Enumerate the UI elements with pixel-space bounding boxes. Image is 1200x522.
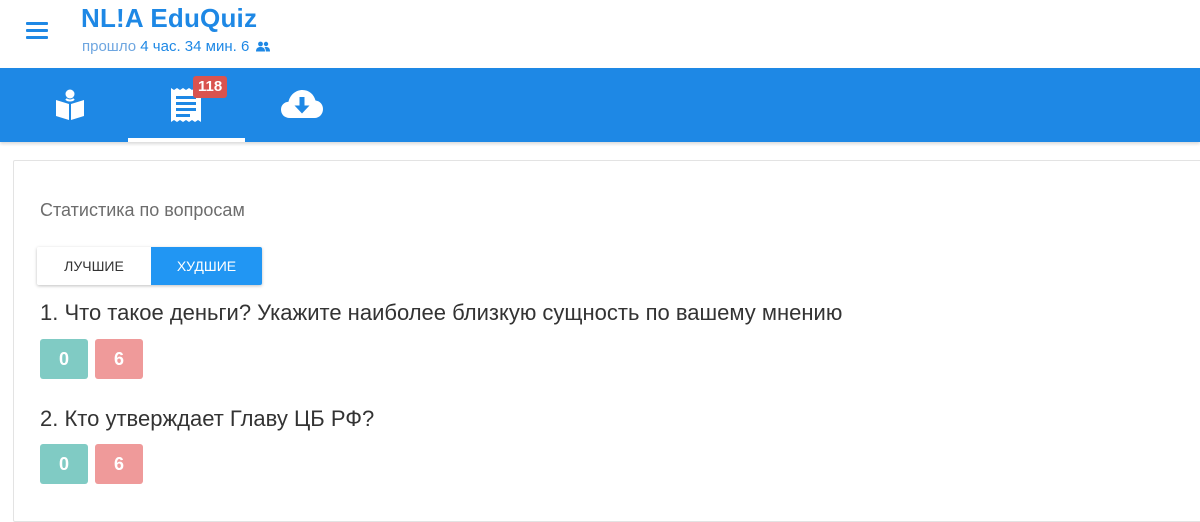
correct-count-chip: 0 [40,444,88,484]
elapsed-value: 4 час. 34 мин. [140,38,237,55]
worst-toggle-button[interactable]: ХУДШИЕ [151,247,262,285]
elapsed-prefix: прошло [82,38,137,55]
question-text: 1. Что такое деньги? Укажите наиболее бл… [40,300,843,325]
tab-download[interactable] [244,68,361,142]
participants-count: 6 [240,38,250,55]
menu-icon[interactable] [26,22,48,40]
question-text: 2. Кто утверждает Главу ЦБ РФ? [40,406,375,431]
correct-count-chip: 0 [40,339,88,379]
session-info: прошло 4 час. 34 мин. 6 [82,38,271,55]
tab-bar [0,68,1200,142]
wrong-count-chip: 6 [95,444,143,484]
app-bar: NL!A EduQuiz прошло 4 час. 34 мин. 6 [0,0,1200,68]
section-title: Статистика по вопросам [40,200,245,220]
unread-badge: 118 [193,76,228,98]
tab-questions[interactable] [128,68,245,142]
cloud-download-icon [281,90,323,118]
tab-reading[interactable] [12,68,129,142]
best-worst-toggle: ЛУЧШИЕ ХУДШИЕ [37,247,262,285]
best-toggle-button[interactable]: ЛУЧШИЕ [37,247,151,285]
app-title: NL!A EduQuiz [81,3,258,33]
book-reader-icon [56,89,84,120]
people-icon [256,41,271,52]
active-tab-indicator [128,138,245,142]
wrong-count-chip: 6 [95,339,143,379]
